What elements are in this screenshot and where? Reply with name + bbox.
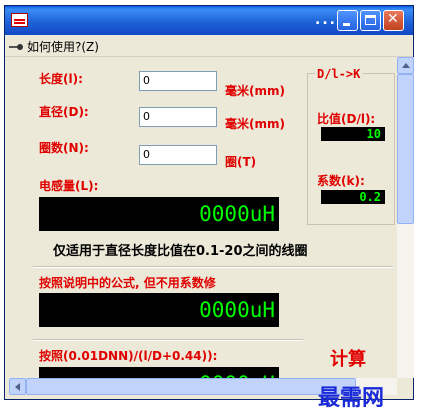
diameter-label: 直径(D): bbox=[39, 105, 89, 119]
coef-label: 系数(k): bbox=[317, 174, 365, 188]
coef-display: 0.2 bbox=[321, 190, 385, 204]
ratio-display: 10 bbox=[321, 127, 385, 141]
diameter-unit: 毫米(mm) bbox=[225, 117, 285, 131]
divider bbox=[33, 266, 393, 268]
window-title: ... bbox=[315, 12, 337, 28]
turns-label: 圈数(N): bbox=[39, 141, 89, 155]
formula2-display: 0000uH bbox=[39, 367, 279, 378]
ratio-label: 比值(D/l): bbox=[317, 112, 376, 126]
usage-note: 仅适用于直径长度比值在0.1-20之间的线圈 bbox=[53, 244, 308, 259]
menu-help-label: 如何使用?(Z) bbox=[27, 40, 99, 54]
menu-bar: 如何使用?(Z) bbox=[5, 35, 413, 57]
help-icon bbox=[9, 43, 23, 50]
length-unit: 毫米(mm) bbox=[225, 84, 285, 98]
formula2-label: 按照(0.01DNN)/(l/D+0.44)): bbox=[39, 349, 218, 363]
main-window: ... 如何使用?(Z) 长度(l): 0 毫米(mm) 直径(D): 0 毫米… bbox=[4, 5, 414, 400]
diameter-input[interactable]: 0 bbox=[139, 107, 217, 127]
client-area: 长度(l): 0 毫米(mm) 直径(D): 0 毫米(mm) 圈数(N): 0… bbox=[9, 57, 397, 378]
vertical-scrollbar[interactable] bbox=[397, 57, 414, 378]
watermark: 最需网 bbox=[318, 385, 385, 411]
inductance-display: 0000uH bbox=[39, 197, 279, 231]
ratio-group-title: D/l->K bbox=[315, 67, 363, 81]
scroll-up-icon[interactable] bbox=[397, 57, 414, 74]
inductance-label: 电感量(L): bbox=[39, 179, 99, 193]
title-bar[interactable]: ... bbox=[5, 6, 413, 35]
calculate-button[interactable]: 计算 bbox=[307, 342, 389, 378]
horizontal-scroll-thumb[interactable] bbox=[26, 378, 356, 395]
close-button[interactable] bbox=[383, 10, 404, 31]
formula-label: 按照说明中的公式, 但不用系数修 bbox=[39, 276, 216, 290]
divider bbox=[33, 339, 303, 341]
turns-input[interactable]: 0 bbox=[139, 145, 217, 165]
formula-display: 0000uH bbox=[39, 293, 279, 327]
minimize-button[interactable] bbox=[337, 10, 358, 31]
maximize-button[interactable] bbox=[360, 10, 381, 31]
length-input[interactable]: 0 bbox=[139, 71, 217, 91]
turns-unit: 圈(T) bbox=[225, 155, 257, 169]
menu-help[interactable]: 如何使用?(Z) bbox=[9, 38, 99, 55]
vertical-scroll-thumb[interactable] bbox=[397, 74, 414, 224]
app-icon[interactable] bbox=[11, 13, 28, 27]
scroll-left-icon[interactable] bbox=[9, 378, 26, 395]
length-label: 长度(l): bbox=[39, 72, 83, 86]
